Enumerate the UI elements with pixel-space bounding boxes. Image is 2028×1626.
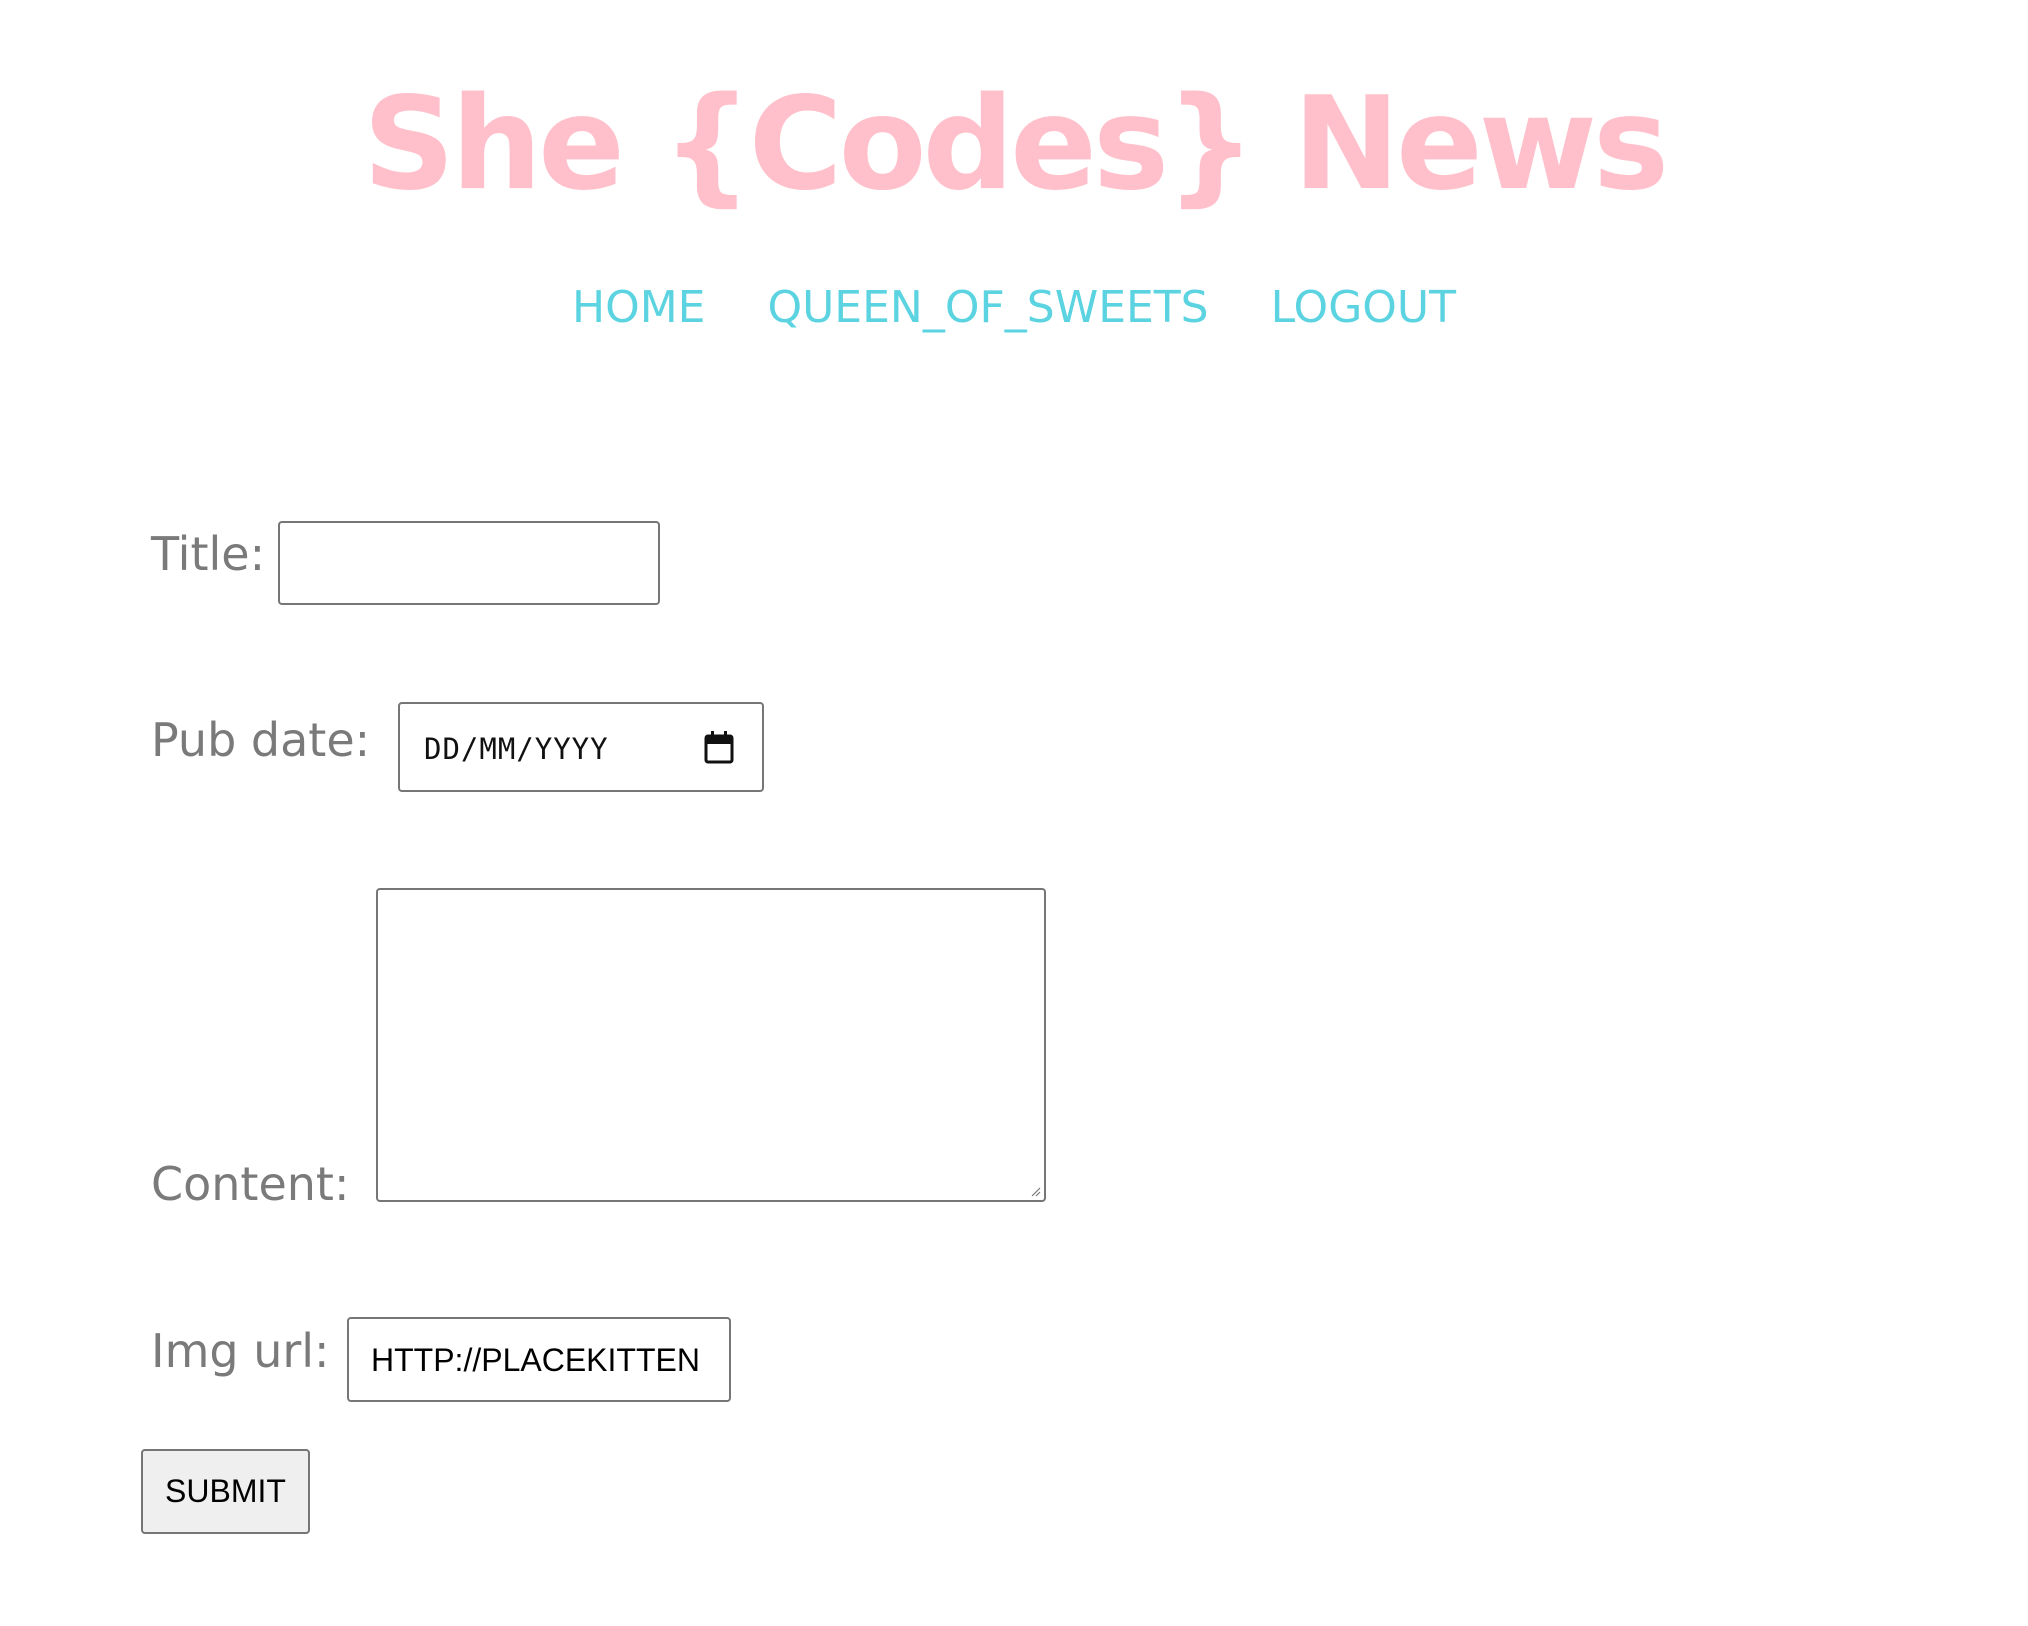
title-label: Title: bbox=[151, 527, 266, 581]
main-nav: HOME QUEEN_OF_SWEETS LOGOUT bbox=[0, 278, 2028, 338]
site-title: She {Codes} News bbox=[362, 70, 1669, 219]
pub-date-label: Pub date: bbox=[151, 713, 371, 767]
pub-date-placeholder: DD/MM/YYYY bbox=[424, 732, 609, 766]
pub-date-input[interactable]: DD/MM/YYYY bbox=[398, 702, 764, 792]
nav-link-profile[interactable]: QUEEN_OF_SWEETS bbox=[767, 278, 1208, 338]
resize-handle-icon[interactable] bbox=[1031, 1187, 1041, 1197]
img-url-input[interactable]: HTTP://PLACEKITTEN bbox=[347, 1317, 731, 1402]
content-textarea[interactable] bbox=[376, 888, 1046, 1202]
calendar-icon[interactable] bbox=[704, 730, 734, 764]
img-url-label: Img url: bbox=[151, 1324, 330, 1378]
submit-button[interactable]: SUBMIT bbox=[141, 1449, 310, 1534]
page: She {Codes} News HOME QUEEN_OF_SWEETS LO… bbox=[0, 0, 2028, 1626]
content-label: Content: bbox=[151, 1157, 350, 1211]
nav-link-home[interactable]: HOME bbox=[572, 278, 705, 338]
nav-link-logout[interactable]: LOGOUT bbox=[1271, 278, 1456, 338]
title-input[interactable] bbox=[278, 521, 660, 605]
img-url-value: HTTP://PLACEKITTEN bbox=[371, 1342, 700, 1378]
